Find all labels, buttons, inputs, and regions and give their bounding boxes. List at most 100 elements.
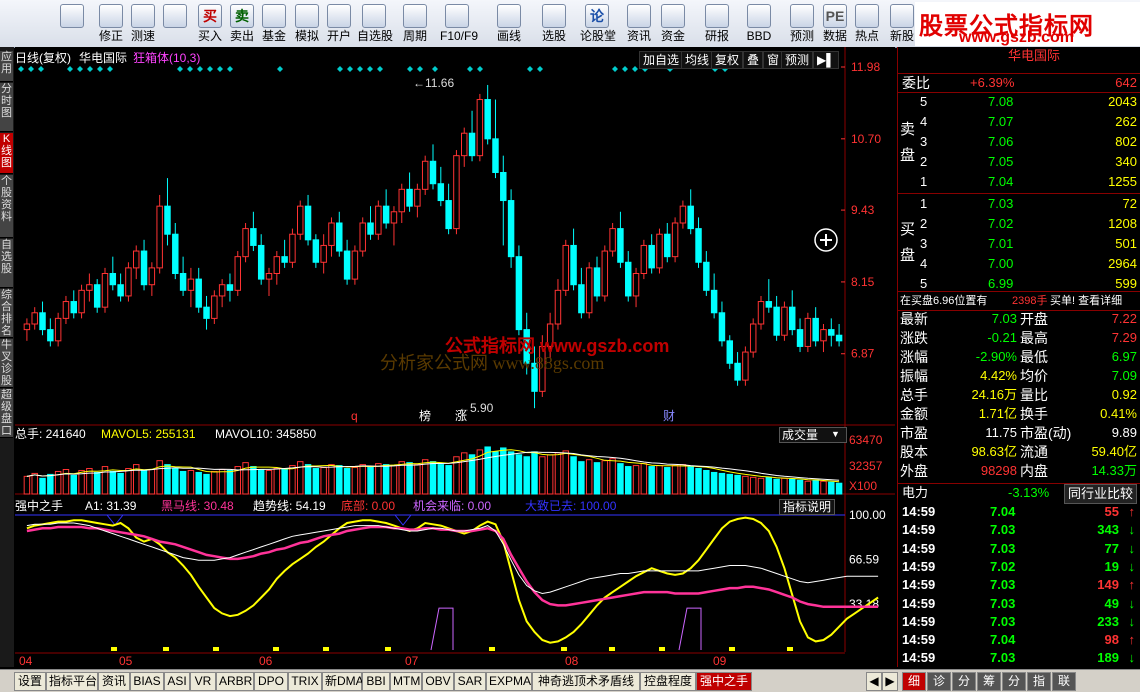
- volume-bar: [812, 479, 819, 495]
- chart-period[interactable]: 日线(复权): [15, 51, 71, 65]
- quote-tab[interactable]: 联: [1052, 672, 1076, 691]
- buy-level-row[interactable]: 4 7.00 2964: [898, 255, 1140, 273]
- quote-tab[interactable]: 指: [1027, 672, 1051, 691]
- indicator-tab[interactable]: VR: [190, 672, 216, 691]
- toolbar-forum-button[interactable]: 论论股堂: [580, 2, 616, 45]
- sector-compare-button[interactable]: 同行业比较: [1064, 484, 1138, 504]
- toolbar-sell-button[interactable]: 卖卖出: [225, 2, 259, 45]
- chart-btn-4[interactable]: 窗: [763, 51, 784, 69]
- indicator-tab[interactable]: ASI: [164, 672, 190, 691]
- sell-level-row[interactable]: 1 7.04 1255: [898, 173, 1140, 191]
- quote-tab[interactable]: 分: [952, 672, 976, 691]
- event-marker[interactable]: 涨: [455, 408, 467, 423]
- left-tab-0[interactable]: 应用: [0, 51, 13, 82]
- volume-bar: [289, 465, 296, 495]
- chart-indicator-name[interactable]: 狂箱体(10,3): [133, 51, 200, 65]
- quote-tab[interactable]: 筹: [977, 672, 1001, 691]
- toolbar-forecast-button[interactable]: 预测: [785, 2, 819, 45]
- quote-tab[interactable]: 细: [902, 672, 926, 691]
- toolbar-screen-button[interactable]: 选股: [537, 2, 571, 45]
- big-order-notice[interactable]: 在买盘6.96位置有 2398手 买单! 查看详细: [898, 291, 1140, 311]
- chart-menu-icon[interactable]: ▶▌: [813, 51, 839, 69]
- indicator-tab[interactable]: MTM: [390, 672, 422, 691]
- zoom-plus-icon[interactable]: [814, 228, 838, 252]
- toolbar-pe-button[interactable]: PE 数据: [818, 2, 852, 45]
- sell-level-row[interactable]: 4 7.07 262: [898, 113, 1140, 131]
- tick-time: 14:59: [902, 522, 936, 538]
- toolbar-clock-button[interactable]: [158, 2, 192, 45]
- left-tab-2[interactable]: K线图: [0, 133, 13, 174]
- toolbar-cycle-button[interactable]: 周期: [398, 2, 432, 45]
- toolbar-back-button[interactable]: [2, 2, 32, 45]
- left-tab-1[interactable]: 分时图: [0, 83, 13, 132]
- toolbar-new-stock-button[interactable]: 新股: [885, 2, 919, 45]
- quote-tab[interactable]: 分: [1002, 672, 1026, 691]
- candle: [179, 256, 187, 296]
- candle: [812, 307, 819, 347]
- left-tab-7[interactable]: 超级盘口: [0, 389, 13, 438]
- candle: [250, 211, 257, 252]
- chart-btn-2[interactable]: 复权: [711, 51, 744, 69]
- volume-bar: [156, 460, 163, 495]
- event-marker[interactable]: q: [351, 409, 358, 423]
- indicator-tab[interactable]: DPO: [254, 672, 288, 691]
- toolbar-star-button[interactable]: 自选股: [357, 2, 393, 45]
- left-tab-5[interactable]: 综合排名: [0, 289, 13, 338]
- indicator-tab[interactable]: OBV: [422, 672, 454, 691]
- chart-btn-1[interactable]: 均线: [681, 51, 714, 69]
- toolbar-hot-button[interactable]: 热点: [850, 2, 884, 45]
- toolbar-hammer-button[interactable]: 模拟: [290, 2, 324, 45]
- buy-level-row[interactable]: 2 7.02 1208: [898, 215, 1140, 233]
- indicator-tab[interactable]: ARBR: [216, 672, 254, 691]
- volume-bar: [179, 470, 187, 495]
- toolbar-fund-button[interactable]: 基金: [257, 2, 291, 45]
- left-tab-3[interactable]: 个股资料: [0, 175, 13, 238]
- buy-level-row[interactable]: 3 7.01 501: [898, 235, 1140, 253]
- toolbar-up-down-button[interactable]: 修正: [94, 2, 128, 45]
- indicator-tab[interactable]: 资讯: [98, 672, 130, 691]
- indicator-tab[interactable]: 设置: [14, 672, 46, 691]
- scroll-left-icon[interactable]: ◀: [866, 672, 882, 691]
- toolbar-speed-button[interactable]: 测速: [126, 2, 160, 45]
- notice-right[interactable]: 买单! 查看详细: [1050, 292, 1122, 310]
- toolbar-lock-button[interactable]: 开户: [322, 2, 356, 45]
- indicator-tab[interactable]: BBI: [362, 672, 390, 691]
- toolbar-capital-button[interactable]: 资金: [656, 2, 690, 45]
- indicator-help-button[interactable]: 指标说明: [779, 499, 836, 515]
- toolbar-bbd-button[interactable]: BBD: [742, 2, 776, 45]
- candle: [398, 183, 405, 223]
- indicator-tab[interactable]: SAR: [454, 672, 486, 691]
- toolbar-button-label: 测速: [130, 29, 155, 43]
- quote-tab[interactable]: 诊: [927, 672, 951, 691]
- buy-level-row[interactable]: 1 7.03 72: [898, 195, 1140, 213]
- left-tab-6[interactable]: 牛叉诊股: [0, 339, 13, 388]
- chevron-down-icon[interactable]: ▼: [831, 427, 840, 441]
- chart-btn-5[interactable]: 预测: [781, 51, 814, 69]
- chart-btn-0[interactable]: 加自选: [639, 51, 684, 69]
- candle: [23, 318, 31, 341]
- indicator-tab[interactable]: 控盘程度: [640, 672, 696, 691]
- toolbar-pen-button[interactable]: 画线: [492, 2, 526, 45]
- scroll-right-icon[interactable]: ▶: [882, 672, 898, 691]
- indicator-tab[interactable]: EXPMA: [486, 672, 532, 691]
- level-price: 7.08: [988, 94, 1014, 109]
- indicator-tab[interactable]: BIAS: [130, 672, 164, 691]
- indicator-tab[interactable]: 指标平台: [46, 672, 98, 691]
- toolbar-buy-button[interactable]: 买买入: [193, 2, 227, 45]
- sell-level-row[interactable]: 2 7.05 340: [898, 153, 1140, 171]
- event-marker[interactable]: 榜: [419, 408, 431, 423]
- event-marker[interactable]: 财: [663, 409, 675, 423]
- volume-bar: [531, 451, 538, 495]
- left-tab-4[interactable]: 自选股: [0, 239, 13, 288]
- toolbar-news-button[interactable]: 资讯: [622, 2, 656, 45]
- chart-btn-3[interactable]: 叠: [743, 51, 764, 69]
- indicator-tab[interactable]: TRIX: [288, 672, 322, 691]
- indicator-tab[interactable]: 强中之手: [696, 672, 752, 691]
- indicator-tab[interactable]: 新DMA: [322, 672, 364, 691]
- toolbar-report-button[interactable]: 研报: [700, 2, 734, 45]
- sell-level-row[interactable]: 5 7.08 2043: [898, 93, 1140, 111]
- sell-level-row[interactable]: 3 7.06 802: [898, 133, 1140, 151]
- indicator-tab[interactable]: 神奇逃顶术矛盾线: [532, 672, 640, 691]
- toolbar-f10-button[interactable]: F10/F9: [440, 2, 478, 45]
- toolbar-back-arrow-button[interactable]: [55, 2, 89, 45]
